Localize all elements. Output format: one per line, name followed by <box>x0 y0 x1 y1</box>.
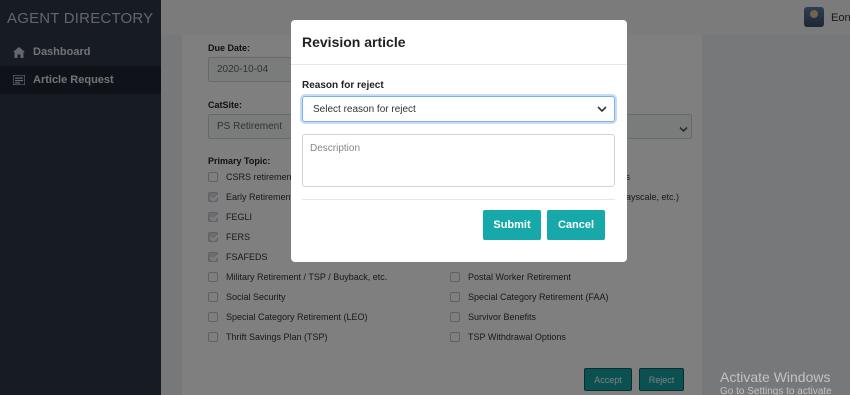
reason-select[interactable]: Select reason for reject <box>302 96 615 122</box>
watermark-title: Activate Windows <box>720 369 831 385</box>
cancel-button[interactable]: Cancel <box>547 210 605 240</box>
watermark-subtitle: Go to Settings to activate Windo <box>720 386 832 395</box>
submit-button[interactable]: Submit <box>483 210 541 240</box>
description-field[interactable]: Description <box>302 134 615 187</box>
divider <box>302 199 615 200</box>
reason-select-value: Select reason for reject <box>313 103 416 115</box>
reason-label: Reason for reject <box>302 80 384 91</box>
modal-title: Revision article <box>302 34 406 50</box>
chevron-down-icon <box>597 105 607 113</box>
revision-modal: Revision article Reason for reject Selec… <box>291 20 627 262</box>
divider <box>291 64 627 65</box>
